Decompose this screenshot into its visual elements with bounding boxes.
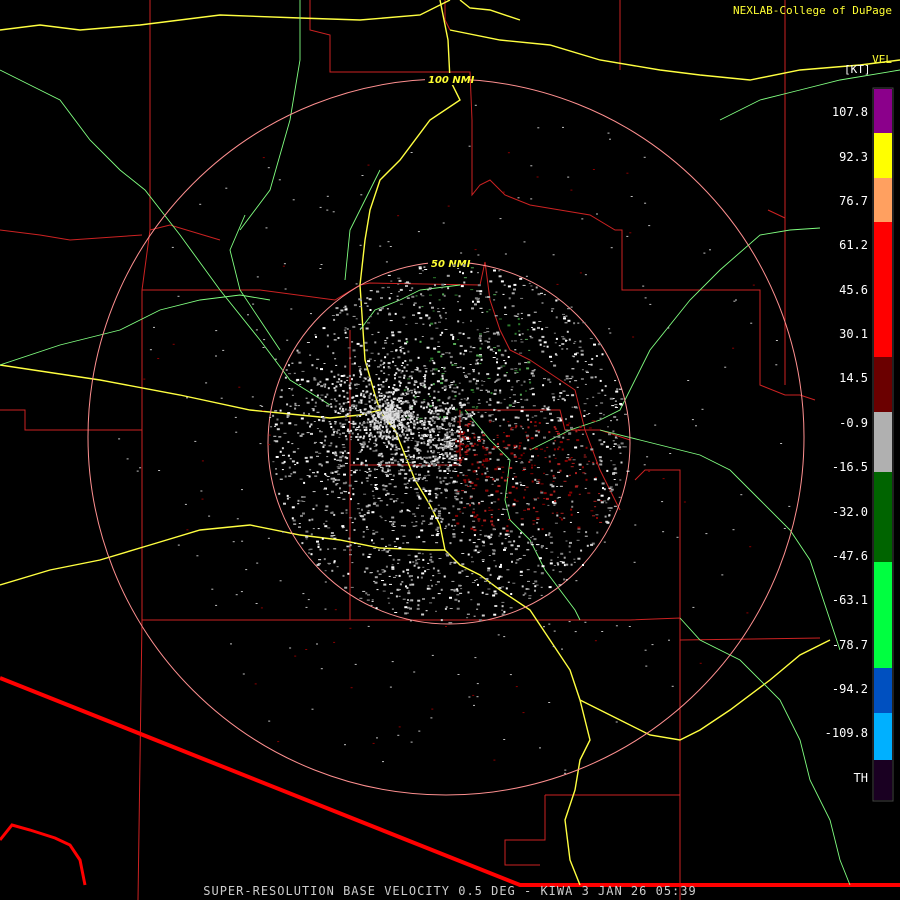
coastline: [0, 823, 87, 886]
legend-tick: 14.5: [839, 371, 868, 385]
color-bar-purple: [874, 89, 892, 133]
legend-tick: 107.8: [831, 105, 868, 119]
range-label-100: 100 NMI: [428, 75, 475, 86]
color-bar-gray: [874, 412, 892, 472]
legend-tick: 92.3: [839, 150, 868, 164]
radar-map: 100 NMI 50 NMI: [0, 0, 900, 900]
product-code: VEL: [872, 53, 892, 66]
color-bar-green: [874, 562, 892, 668]
color-bar-red: [874, 222, 892, 357]
product-caption: SUPER-RESOLUTION BASE VELOCITY 0.5 DEG -…: [203, 884, 697, 898]
legend-unit: [KT]: [844, 63, 871, 76]
international-border: [0, 676, 900, 887]
legend-tick: TH: [853, 771, 868, 785]
legend-tick: 45.6: [839, 283, 868, 297]
range-ring-labels: 100 NMI 50 NMI: [425, 73, 475, 270]
legend-tick: 61.2: [839, 238, 868, 252]
radar-display: 100 NMI 50 NMI NEXLAB-College of DuPage …: [0, 0, 900, 900]
legend-tick: -47.6: [831, 549, 868, 563]
range-ring-100: [87, 78, 805, 796]
color-bar-yellow: [874, 133, 892, 178]
color-bar-dark-red: [874, 357, 892, 412]
legend-tick: 30.1: [839, 327, 868, 341]
legend-tick: -32.0: [831, 505, 868, 519]
legend-tick: 76.7: [839, 194, 868, 208]
color-bar-dark-green: [874, 472, 892, 562]
color-bar-orange: [874, 178, 892, 222]
color-bar-light-blue: [874, 713, 892, 760]
legend-tick: -94.2: [831, 682, 868, 696]
radar-echoes: [118, 104, 791, 774]
county-boundaries: [0, 0, 821, 900]
color-bar-th: [874, 760, 892, 800]
legend-tick: -78.7: [831, 638, 868, 652]
legend-tick: -16.5: [831, 460, 868, 474]
color-bar-blue: [874, 668, 892, 713]
legend-tick: -63.1: [831, 593, 868, 607]
credit-text: NEXLAB-College of DuPage: [733, 4, 892, 17]
legend-tick: -109.8: [824, 726, 868, 740]
legend-tick: -0.9: [839, 416, 868, 430]
range-rings: [87, 78, 805, 796]
velocity-color-bar: [872, 87, 894, 802]
